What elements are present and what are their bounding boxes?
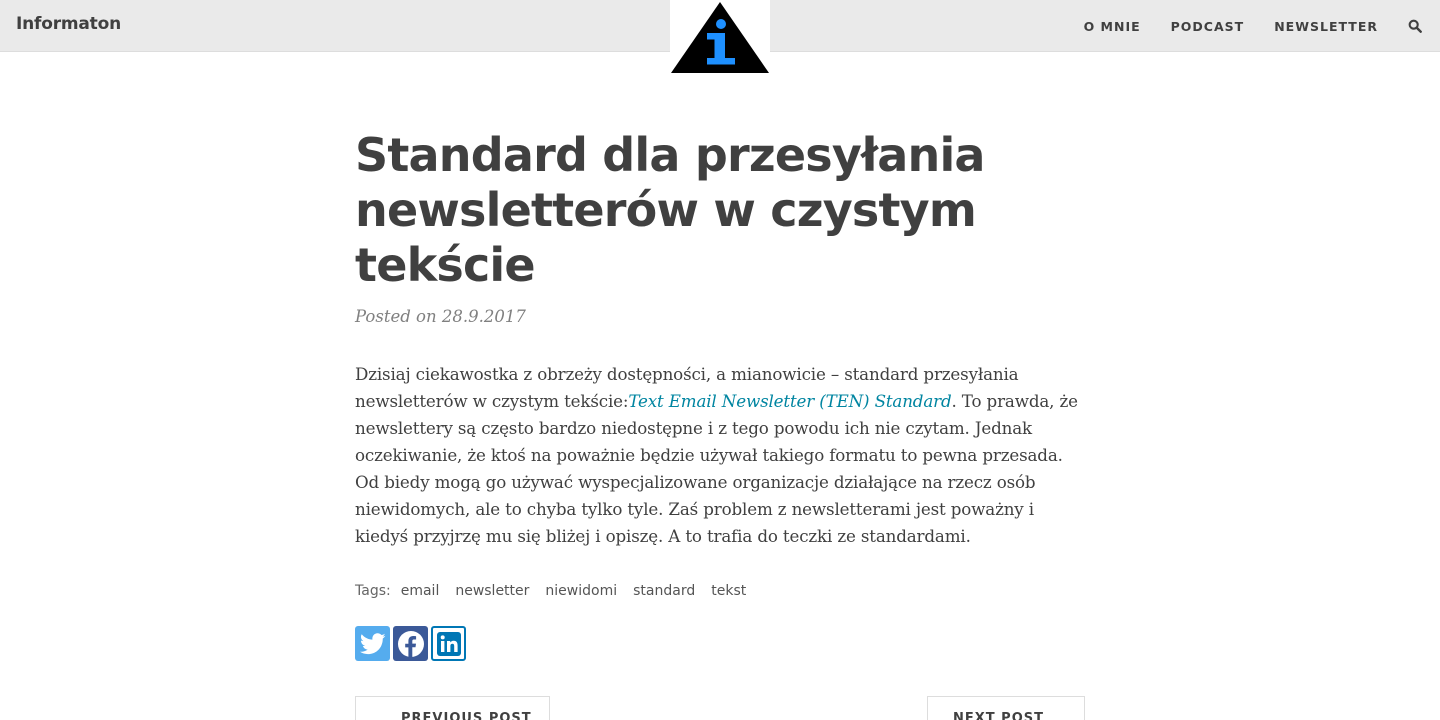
site-logo[interactable] <box>670 0 770 75</box>
post-tags: Tags: email newsletter niewidomi standar… <box>355 583 1085 599</box>
tag-link[interactable]: email <box>401 583 440 599</box>
twitter-icon <box>359 632 386 654</box>
ten-standard-link[interactable]: Text Email Newsletter (TEN) Standard <box>628 391 951 411</box>
tag-link[interactable]: standard <box>633 583 695 599</box>
nav-link-newsletter[interactable]: NEWSLETTER <box>1274 19 1378 34</box>
nav-link-podcast[interactable]: PODCAST <box>1171 19 1245 34</box>
tags-label: Tags: <box>355 583 391 599</box>
post-article: Standard dla przesyłania newsletterów w … <box>355 128 1085 661</box>
share-twitter-button[interactable] <box>355 626 390 661</box>
nav-links: O MNIE PODCAST NEWSLETTER <box>1084 0 1440 52</box>
post-body-text-2: . To prawda, że newslettery są często ba… <box>355 391 1078 546</box>
tag-link[interactable]: niewidomi <box>545 583 617 599</box>
next-post-button[interactable]: NEXT POST <box>927 696 1085 720</box>
share-buttons <box>355 626 1085 661</box>
post-title: Standard dla przesyłania newsletterów w … <box>355 128 985 292</box>
tag-link[interactable]: newsletter <box>455 583 529 599</box>
nav-link-o-mnie[interactable]: O MNIE <box>1084 19 1141 34</box>
post-pager: PREVIOUS POST NEXT POST <box>355 696 1085 720</box>
facebook-icon <box>397 630 424 657</box>
share-linkedin-button[interactable] <box>431 626 466 661</box>
post-body: Dzisiaj ciekawostka z obrzeży dostępnośc… <box>355 361 1085 550</box>
search-icon[interactable] <box>1408 19 1422 33</box>
linkedin-icon <box>436 631 461 656</box>
brand-link[interactable]: Informaton <box>16 14 121 34</box>
previous-post-button[interactable]: PREVIOUS POST <box>355 696 550 720</box>
info-triangle-icon <box>671 2 769 73</box>
tag-link[interactable]: tekst <box>711 583 746 599</box>
post-date: Posted on 28.9.2017 <box>355 307 526 326</box>
share-facebook-button[interactable] <box>393 626 428 661</box>
